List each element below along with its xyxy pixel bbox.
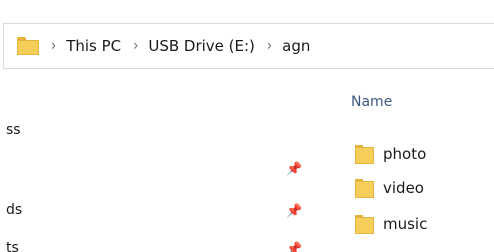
navigation-pane: ss 📌 ds 📌 ts 📌 [0, 70, 318, 252]
column-header-name[interactable]: Name [351, 94, 392, 110]
folder-icon [355, 144, 375, 164]
list-item[interactable]: video [355, 176, 424, 200]
folder-name: photo [383, 145, 427, 163]
nav-item[interactable]: ss [6, 122, 21, 138]
folder-name: music [383, 215, 428, 233]
chevron-right-icon[interactable]: › [267, 37, 272, 55]
nav-item[interactable]: ds [6, 202, 22, 218]
folder-icon [355, 178, 375, 198]
pin-icon[interactable]: 📌 [286, 242, 302, 252]
folder-icon [355, 214, 375, 234]
chevron-right-icon[interactable]: › [133, 37, 138, 55]
pin-icon[interactable]: 📌 [286, 162, 302, 177]
folder-icon [17, 37, 39, 55]
pin-icon[interactable]: 📌 [286, 204, 302, 219]
file-list: Name photo video music [318, 70, 494, 252]
folder-name: video [383, 179, 424, 197]
file-explorer-window: › This PC › USB Drive (E:) › agn ss 📌 ds… [0, 0, 494, 252]
list-item[interactable]: photo [355, 142, 426, 166]
list-item[interactable]: music [355, 212, 427, 236]
chevron-right-icon[interactable]: › [51, 37, 56, 55]
breadcrumb-agn[interactable]: agn [282, 37, 310, 55]
breadcrumb-usb-drive[interactable]: USB Drive (E:) [148, 37, 255, 55]
address-bar[interactable]: › This PC › USB Drive (E:) › agn [3, 23, 494, 69]
nav-item[interactable]: ts [6, 240, 19, 252]
breadcrumb-this-pc[interactable]: This PC [66, 37, 121, 55]
